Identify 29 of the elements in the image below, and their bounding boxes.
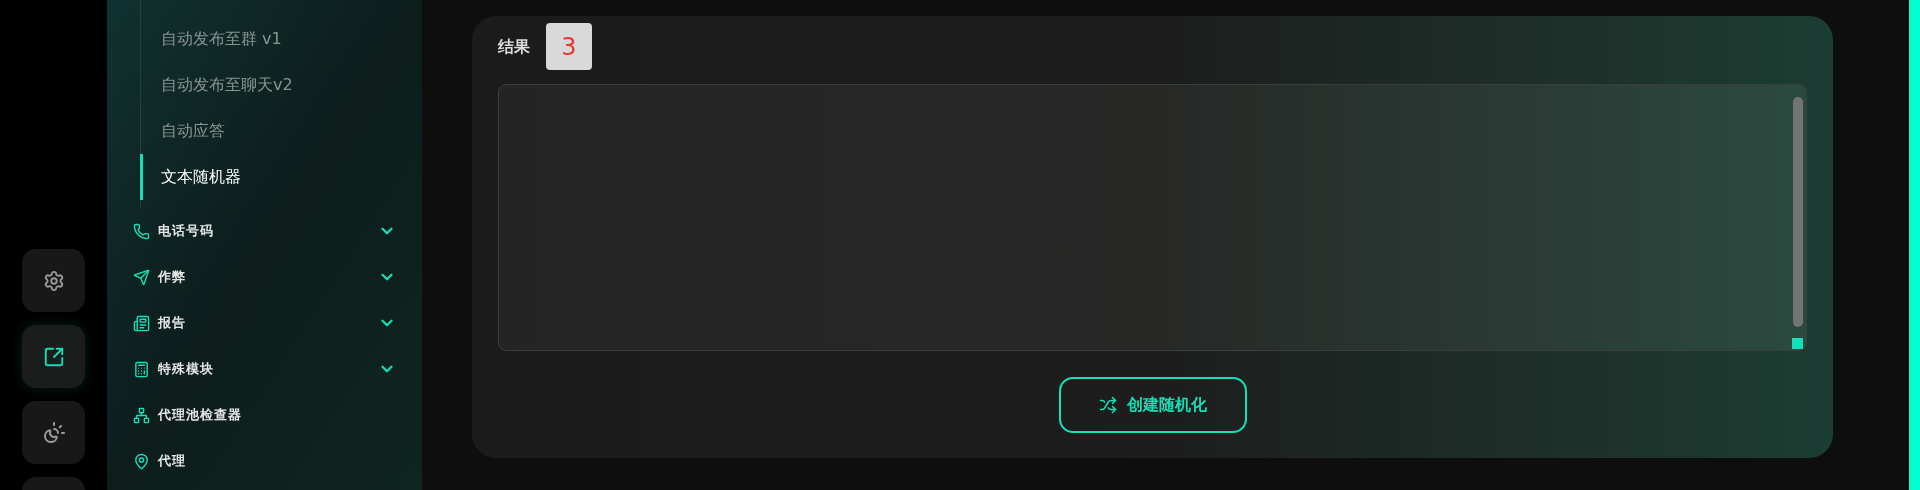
report-icon [133, 314, 150, 332]
pin-icon [133, 452, 150, 470]
phone-icon [133, 222, 150, 240]
rail-button[interactable] [22, 249, 85, 312]
randomize-button[interactable]: 创建随机化 [1058, 377, 1247, 433]
send-icon [133, 268, 150, 286]
submenu-item[interactable]: 自动发布至聊天v2 [140, 62, 398, 108]
submenu-item[interactable]: 自动应答 [140, 108, 398, 154]
menu-item[interactable]: 代理池检查器 [133, 392, 398, 438]
result-field[interactable] [498, 84, 1807, 351]
menu-item[interactable]: 代理 [133, 438, 398, 484]
network-icon [133, 406, 150, 424]
result-label: 结果 [498, 35, 530, 58]
submenu-item[interactable]: 自动发布至群 v1 [140, 16, 398, 62]
rail-button[interactable] [22, 401, 85, 464]
submenu-item[interactable]: 文本随机器 [140, 154, 398, 200]
menu-item[interactable]: 特殊模块 [133, 346, 398, 392]
table-icon [133, 360, 150, 378]
menu-item[interactable]: 报告 [133, 300, 398, 346]
count-badge: 3 [546, 23, 592, 70]
menu-item[interactable]: 作弊 [133, 254, 398, 300]
scrollbar-thumb[interactable] [1793, 97, 1803, 327]
external-link-icon [42, 345, 65, 368]
settings-icon [42, 269, 65, 292]
resize-handle[interactable] [1792, 338, 1803, 349]
shuffle-icon [1098, 396, 1117, 414]
menu-item[interactable]: 电话号码 [133, 208, 398, 254]
sun-moon-icon [41, 420, 66, 445]
rail-button[interactable] [22, 325, 85, 388]
